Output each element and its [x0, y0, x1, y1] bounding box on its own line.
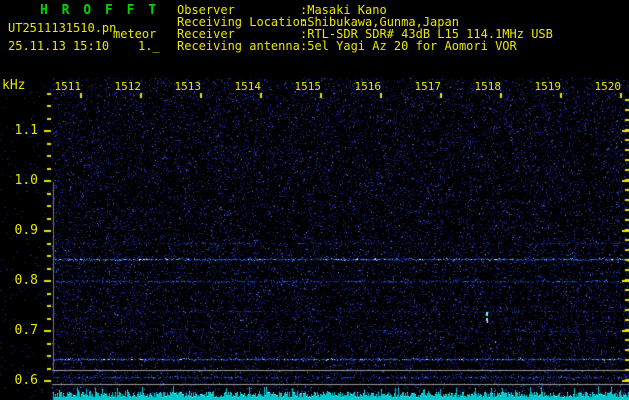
app-title: H R O F F T [40, 3, 160, 18]
y-tick-label-0.8: 0.8 [14, 273, 38, 288]
x-tick-label-1515: 1515 [294, 80, 322, 93]
y-axis-unit-label: kHz [2, 78, 26, 93]
y-tick-label-0.9: 0.9 [14, 223, 38, 238]
y-tick-label-1.0: 1.0 [14, 173, 38, 188]
x-tick-label-1511: 1511 [54, 80, 82, 93]
x-tick-label-1520: 1520 [594, 80, 622, 93]
y-tick-label-1.1: 1.1 [14, 123, 38, 138]
x-tick-label-1513: 1513 [174, 80, 202, 93]
x-tick-label-1512: 1512 [114, 80, 142, 93]
hrofft-window: H R O F F T UT2511131510.pn meteor 25.11… [0, 0, 629, 400]
x-tick-label-1517: 1517 [414, 80, 442, 93]
record-datetime: 25.11.13 15:10 [8, 39, 110, 53]
receiving-antenna-value: :5el Yagi Az 20 for Aomori VOR [300, 39, 517, 53]
x-tick-label-1518: 1518 [474, 80, 502, 93]
y-tick-label-0.7: 0.7 [14, 323, 38, 338]
output-filename: UT2511131510.pn [8, 21, 117, 35]
y-tick-label-0.6: 0.6 [14, 373, 38, 388]
echo-counter: 1._ [138, 39, 160, 53]
x-tick-label-1514: 1514 [234, 80, 262, 93]
receiving-antenna-label: Receiving antenna [177, 39, 300, 53]
spectrogram-canvas [0, 0, 629, 400]
x-tick-label-1519: 1519 [534, 80, 562, 93]
x-tick-label-1516: 1516 [354, 80, 382, 93]
